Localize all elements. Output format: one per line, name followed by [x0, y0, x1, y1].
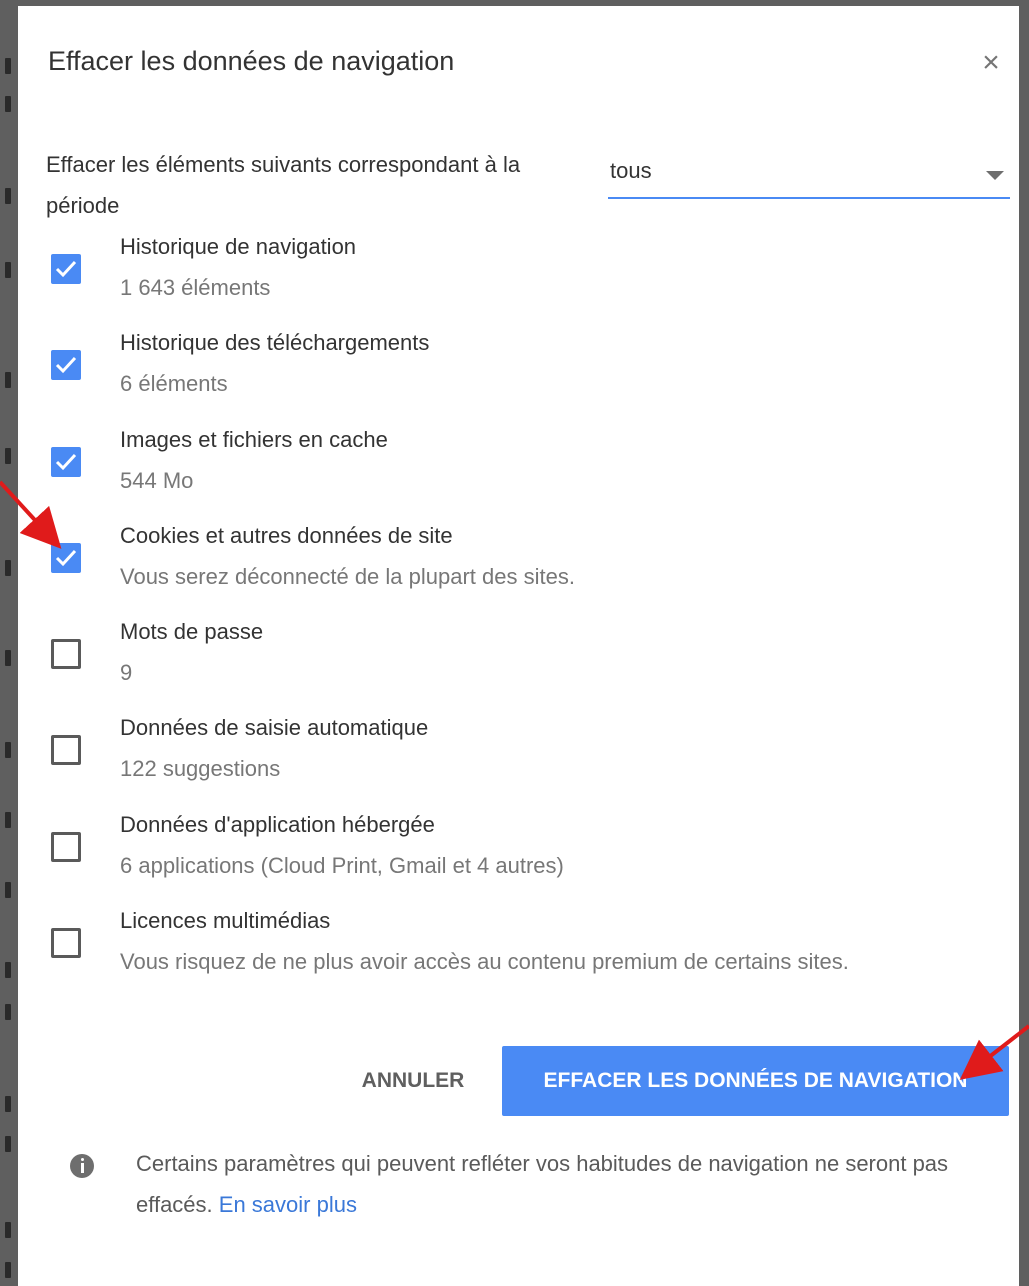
checkmark-icon: [55, 549, 77, 567]
learn-more-link[interactable]: En savoir plus: [219, 1192, 357, 1217]
option-subtitle: 122 suggestions: [120, 756, 281, 782]
checkbox-unchecked[interactable]: [51, 735, 81, 766]
cancel-button[interactable]: ANNULER: [338, 1046, 488, 1116]
option-subtitle: 544 Mo: [120, 467, 194, 493]
checkbox-checked[interactable]: [51, 446, 81, 477]
page-backdrop-right: [1019, 0, 1029, 1286]
checkbox-unchecked[interactable]: [51, 639, 81, 670]
option-subtitle: 9: [120, 660, 133, 686]
option-title: Historique des téléchargements: [120, 330, 430, 356]
option-subtitle: Vous serez déconnecté de la plupart des …: [120, 563, 575, 589]
option-title: Données de saisie automatique: [120, 715, 429, 741]
option-title: Historique de navigation: [120, 234, 357, 259]
option-title: Licences multimédias: [120, 908, 331, 934]
checkmark-icon: [55, 260, 77, 278]
checkbox-checked[interactable]: [51, 254, 81, 284]
option-subtitle: 1 643 éléments: [120, 275, 271, 300]
data-type-option[interactable]: Données d'application hébergée 6 applicat…: [18, 806, 1019, 902]
dialog-title: Effacer les données de navigation: [48, 46, 455, 76]
option-subtitle: Vous risquez de ne plus avoir accès au c…: [120, 949, 849, 975]
checkmark-icon: [55, 453, 77, 470]
time-range-label: Effacer les éléments suivants correspond…: [46, 152, 521, 218]
data-type-option[interactable]: Historique de navigation 1 643 éléments: [18, 228, 1019, 324]
time-range-dropdown[interactable]: tous: [608, 153, 1010, 199]
clear-browsing-data-dialog: Effacer les données de navigation × Effa…: [18, 6, 1019, 1286]
option-title: Images et fichiers en cache: [120, 426, 388, 452]
footer-note: Certains paramètres qui peuvent refléter…: [136, 1143, 996, 1225]
data-type-option[interactable]: Licences multimédias Vous risquez de ne p…: [18, 902, 1019, 998]
clear-data-button[interactable]: EFFACER LES DONNÉES DE NAVIGATION: [502, 1046, 1009, 1116]
info-icon: [70, 1154, 94, 1178]
screenshot-stage: Effacer les données de navigation × Effa…: [0, 0, 1029, 1286]
data-type-option[interactable]: Mots de passe 9: [18, 613, 1019, 709]
data-type-options-list: Historique de navigation 1 643 éléments Hi…: [18, 228, 1019, 998]
checkmark-icon: [55, 357, 77, 374]
option-title: Données d'application hébergée: [120, 811, 435, 837]
close-icon[interactable]: ×: [973, 48, 1009, 84]
checkbox-checked[interactable]: [51, 542, 81, 573]
data-type-option[interactable]: Données de saisie automatique 122 suggest…: [18, 709, 1019, 805]
option-title: Cookies et autres données de site: [120, 522, 453, 548]
background-page-fragments: [0, 0, 14, 1286]
checkbox-unchecked[interactable]: [51, 831, 81, 862]
time-range-selected-value: tous: [610, 158, 652, 183]
data-type-option[interactable]: Images et fichiers en cache 544 Mo: [18, 421, 1019, 517]
option-title: Mots de passe: [120, 619, 264, 645]
data-type-option[interactable]: Cookies et autres données de site Vous se…: [18, 517, 1019, 613]
triangle-down-icon: [986, 171, 1004, 180]
checkbox-checked[interactable]: [51, 350, 81, 381]
option-subtitle: 6 applications (Cloud Print, Gmail et 4 …: [120, 852, 564, 878]
checkbox-unchecked[interactable]: [51, 928, 81, 959]
option-subtitle: 6 éléments: [120, 371, 228, 397]
data-type-option[interactable]: Historique des téléchargements 6 éléments: [18, 324, 1019, 420]
